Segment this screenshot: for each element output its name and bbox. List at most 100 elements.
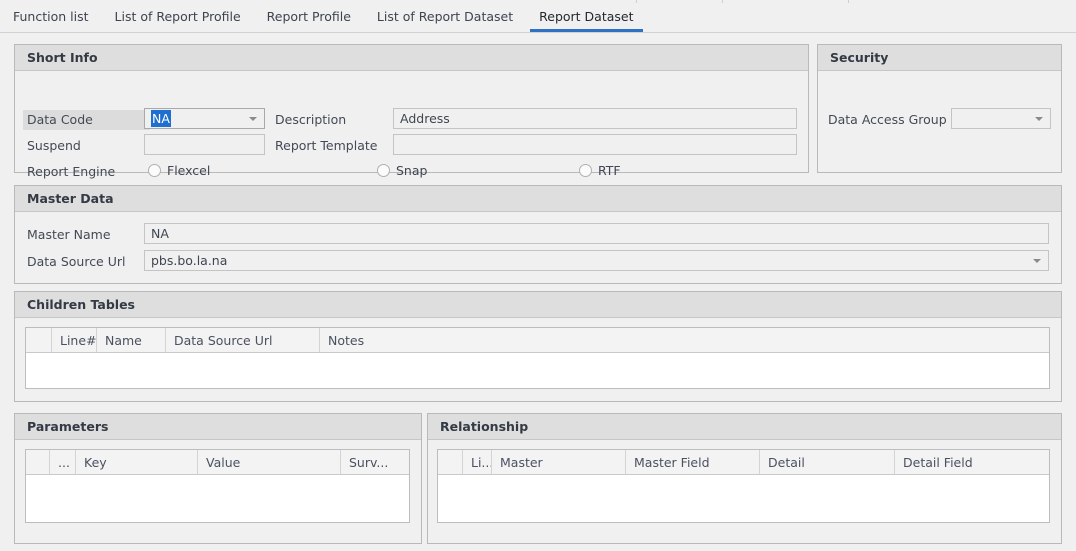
tab-label: Report Profile [266, 8, 351, 24]
radio-circle-icon [579, 164, 592, 177]
relationship-grid[interactable]: Li... Master Master Field Detail Detail … [437, 449, 1050, 523]
column-header-line[interactable]: Line# [52, 328, 97, 352]
column-label: Key [84, 454, 107, 470]
column-header-select[interactable] [438, 450, 463, 474]
relationship-header: Relationship [428, 414, 1061, 440]
parameters-grid[interactable]: ... Key Value Surv... [25, 449, 410, 523]
column-header-master[interactable]: Master [492, 450, 626, 474]
parameters-rows [26, 475, 409, 522]
label-text: Master Name [27, 227, 111, 242]
relationship-body: Li... Master Master Field Detail Detail … [428, 440, 1061, 543]
radio-label: Snap [396, 163, 428, 178]
label-text: Report Engine [27, 164, 116, 179]
report-template-label: Report Template [275, 137, 377, 155]
chevron-down-icon [249, 116, 257, 121]
tab-list-of-report-dataset[interactable]: List of Report Dataset [364, 0, 526, 32]
description-input[interactable]: Address [393, 108, 797, 129]
label-text: Suspend [27, 138, 81, 153]
relationship-rows [438, 475, 1049, 522]
children-tables-body: Line# Name Data Source Url Notes [15, 318, 1061, 401]
column-header-select[interactable] [26, 328, 52, 352]
chevron-down-icon [1033, 258, 1041, 263]
column-header-surv[interactable]: Surv... [341, 450, 409, 474]
radio-report-engine-snap[interactable]: Snap [377, 163, 427, 178]
parameters-title: Parameters [27, 419, 109, 434]
data-code-combobox[interactable]: NA [144, 108, 265, 129]
radio-report-engine-rtf[interactable]: RTF [579, 163, 621, 178]
column-label: Value [206, 454, 241, 470]
column-header-name[interactable]: Name [97, 328, 166, 352]
suspend-label: Suspend [27, 137, 81, 155]
column-label: Detail Field [903, 454, 973, 470]
column-header-data-source-url[interactable]: Data Source Url [166, 328, 320, 352]
column-label: Master Field [634, 454, 710, 470]
column-label: Detail [768, 454, 805, 470]
tab-label: Report Dataset [539, 8, 634, 24]
tab-bar: Function list List of Report Profile Rep… [0, 0, 1076, 33]
data-code-value: NA [151, 110, 171, 127]
radio-label: RTF [598, 163, 621, 178]
security-body: Data Access Group [818, 71, 1061, 172]
suspend-input[interactable] [144, 134, 265, 155]
master-name-input[interactable]: NA [144, 223, 1049, 244]
column-header-detail-field[interactable]: Detail Field [895, 450, 1049, 474]
column-header-detail[interactable]: Detail [760, 450, 895, 474]
report-template-input[interactable] [393, 134, 797, 155]
column-label: Notes [328, 332, 365, 348]
tab-label: List of Report Profile [114, 8, 241, 24]
data-access-group-combobox[interactable] [951, 108, 1051, 129]
short-info-title: Short Info [27, 50, 98, 65]
children-tables-header: Children Tables [15, 292, 1061, 318]
column-header-value[interactable]: Value [198, 450, 341, 474]
security-header: Security [818, 45, 1061, 71]
parameters-body: ... Key Value Surv... [15, 440, 421, 543]
children-tables-panel: Children Tables Line# Name Data Source U… [14, 291, 1062, 402]
label-text: Report Template [275, 138, 378, 153]
master-data-title: Master Data [27, 191, 114, 206]
table-header-row: Line# Name Data Source Url Notes [26, 328, 1049, 353]
column-header-master-field[interactable]: Master Field [626, 450, 760, 474]
radio-circle-icon [148, 164, 161, 177]
column-header-ellipsis[interactable]: ... [50, 450, 76, 474]
master-name-value: NA [151, 226, 169, 241]
table-header-row: Li... Master Master Field Detail Detail … [438, 450, 1049, 475]
column-header-notes[interactable]: Notes [320, 328, 1049, 352]
master-data-header: Master Data [15, 186, 1061, 212]
tab-label: Function list [13, 8, 89, 24]
relationship-panel: Relationship Li... Master Master Field D… [427, 413, 1062, 544]
security-title: Security [830, 50, 889, 65]
column-header-select[interactable] [26, 450, 50, 474]
parameters-panel: Parameters ... Key Value Surv... [14, 413, 422, 544]
data-source-url-value: pbs.bo.la.na [151, 253, 228, 268]
radio-label: Flexcel [167, 163, 211, 178]
table-header-row: ... Key Value Surv... [26, 450, 409, 475]
radio-circle-icon [377, 164, 390, 177]
column-header-key[interactable]: Key [76, 450, 198, 474]
radio-report-engine-flexcel[interactable]: Flexcel [148, 163, 210, 178]
data-source-url-combobox[interactable]: pbs.bo.la.na [144, 250, 1049, 271]
tab-function-list[interactable]: Function list [0, 0, 102, 32]
security-panel: Security Data Access Group [817, 44, 1062, 173]
children-tables-grid[interactable]: Line# Name Data Source Url Notes [25, 327, 1050, 389]
column-header-line[interactable]: Li... [463, 450, 492, 474]
label-text: Data Source Url [27, 254, 126, 269]
column-label: Data Source Url [174, 332, 273, 348]
column-label: ... [58, 454, 70, 470]
tab-label: List of Report Dataset [376, 8, 514, 24]
master-name-label: Master Name [27, 226, 111, 244]
column-label: Master [500, 454, 543, 470]
column-label: Line# [60, 332, 97, 348]
tab-list-of-report-profile[interactable]: List of Report Profile [102, 0, 254, 32]
tab-report-dataset[interactable]: Report Dataset [526, 0, 646, 32]
label-text: Description [275, 112, 347, 127]
master-data-panel: Master Data Master Name NA Data Source U… [14, 185, 1062, 284]
tab-report-profile[interactable]: Report Profile [254, 0, 364, 32]
short-info-panel: Short Info Data Code NA Description Addr… [14, 44, 809, 179]
short-info-body: Data Code NA Description Address Suspend… [15, 71, 808, 179]
children-tables-rows [26, 353, 1049, 388]
tab-list: Function list List of Report Profile Rep… [0, 0, 647, 32]
column-label: Surv... [349, 454, 389, 470]
short-info-header: Short Info [15, 45, 808, 71]
data-code-label: Data Code [23, 110, 150, 130]
report-dataset-page: Function list List of Report Profile Rep… [0, 0, 1076, 551]
